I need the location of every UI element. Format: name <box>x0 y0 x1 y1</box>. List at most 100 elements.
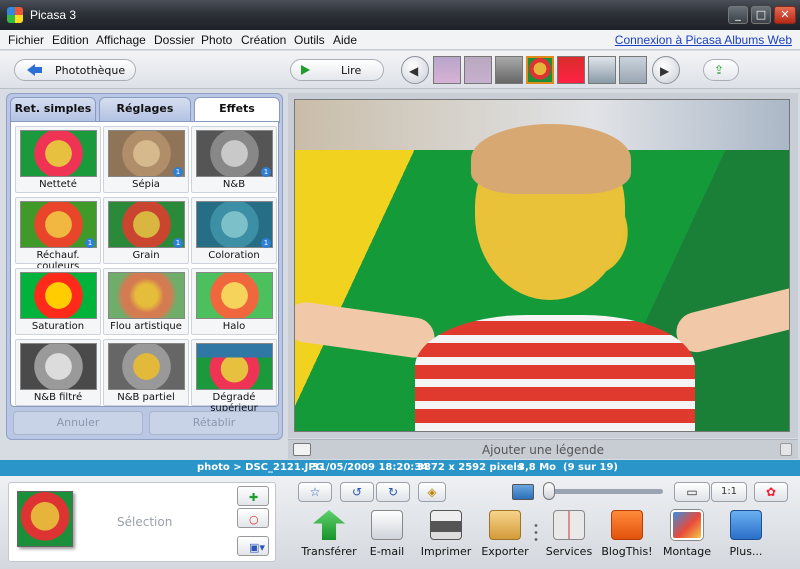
menu-photo[interactable]: Photo <box>201 33 232 47</box>
blogger-icon <box>611 510 643 540</box>
filmstrip-thumbnail-selected[interactable] <box>526 56 554 84</box>
menu-edition[interactable]: Edition <box>52 33 89 47</box>
rotate-left-icon: ↺ <box>351 485 363 499</box>
filmstrip-thumbnail[interactable] <box>495 56 523 84</box>
rotate-right-icon: ↻ <box>387 485 399 499</box>
more-icon <box>730 510 762 540</box>
filmstrip-thumbnail[interactable] <box>588 56 616 84</box>
previous-photo-button[interactable]: ◀ <box>401 56 429 84</box>
photo-datetime: 31/05/2009 18:20:34 <box>312 462 429 473</box>
photo-dimensions: 3872 x 2592 pixels <box>417 462 523 473</box>
folder-icon <box>489 510 521 540</box>
menu-creation[interactable]: Création <box>241 33 286 47</box>
export-button[interactable]: Exporter <box>470 508 540 566</box>
effect-saturation[interactable]: Saturation <box>15 268 101 335</box>
picasa-logo-icon: ✿ <box>765 485 777 499</box>
pin-icon: ✚ <box>249 491 259 504</box>
effect-sepia[interactable]: 1 Sépia <box>103 126 189 193</box>
star-button[interactable]: ☆ <box>298 482 332 502</box>
picasa-web-button[interactable]: ✿ <box>754 482 788 502</box>
menu-aide[interactable]: Aide <box>333 33 357 47</box>
filmstrip-thumbnail[interactable] <box>557 56 585 84</box>
menu-fichier[interactable]: Fichier <box>8 33 44 47</box>
tray-thumbnail[interactable] <box>17 491 73 547</box>
bottom-panel: Sélection ✚ ○ ▣▾ ☆ ↺ ↻ ◈ ▭ 1:1 ✿ Transfé… <box>0 476 800 569</box>
email-icon <box>371 510 403 540</box>
redo-button[interactable]: Rétablir <box>149 411 279 435</box>
photo-path: photo > DSC_2121.JPG <box>197 462 324 473</box>
selection-label: Sélection <box>117 515 173 529</box>
photo-tray: Sélection <box>8 482 276 562</box>
more-button[interactable]: Plus... <box>711 508 781 566</box>
main-photo[interactable] <box>294 99 790 432</box>
caption-bar[interactable]: Ajouter une légende <box>288 439 798 459</box>
menu-dossier[interactable]: Dossier <box>154 33 195 47</box>
picasa-app-icon <box>7 7 23 23</box>
menu-affichage[interactable]: Affichage <box>96 33 146 47</box>
effect-tint[interactable]: 1 Coloration <box>191 197 277 264</box>
menu-outils[interactable]: Outils <box>294 33 325 47</box>
photo-info-bar: photo > DSC_2121.JPG 31/05/2009 18:20:34… <box>0 460 800 476</box>
undo-button[interactable]: Annuler <box>13 411 143 435</box>
actual-size-label: 1:1 <box>720 486 738 497</box>
arrow-right-icon: ▶ <box>660 64 670 78</box>
library-button[interactable]: Photothèque <box>14 59 136 81</box>
minimize-button[interactable]: _ <box>728 6 748 24</box>
add-to-album-button[interactable]: ▣▾ <box>237 536 269 556</box>
tag-button[interactable]: ◈ <box>418 482 446 502</box>
tab-basic-fixes[interactable]: Ret. simples <box>10 97 96 121</box>
collage-icon <box>671 510 703 540</box>
effect-warmify[interactable]: 1 Réchauf. couleurs <box>15 197 101 272</box>
zoom-slider-handle[interactable] <box>543 482 555 500</box>
filmstrip-thumbnail[interactable] <box>433 56 461 84</box>
printer-icon <box>430 510 462 540</box>
title-bar: Picasa 3 _ □ ✕ <box>0 0 800 30</box>
filmstrip-thumbnail[interactable] <box>464 56 492 84</box>
filmstrip-thumbnail[interactable] <box>619 56 647 84</box>
maximize-button[interactable]: □ <box>751 6 771 24</box>
share-icon: ⇪ <box>714 63 725 77</box>
effect-film-grain[interactable]: 1 Grain <box>103 197 189 264</box>
fit-to-window-button[interactable]: ▭ <box>674 482 710 502</box>
photo-position: (9 sur 19) <box>563 462 618 473</box>
close-button[interactable]: ✕ <box>774 6 796 24</box>
effect-black-white[interactable]: 1 N&B <box>191 126 277 193</box>
effects-grid: Netteté 1 Sépia 1 N&B 1 Réchauf. couleur… <box>10 121 279 414</box>
effect-soft-focus[interactable]: Flou artistique <box>103 268 189 335</box>
album-dropdown-icon: ▣▾ <box>249 541 265 554</box>
library-button-label: Photothèque <box>55 64 126 77</box>
clear-tray-button[interactable]: ○ <box>237 508 269 528</box>
upload-icon <box>313 510 345 540</box>
tag-icon: ◈ <box>427 485 437 499</box>
effect-filtered-bw[interactable]: N&B filtré <box>15 339 101 406</box>
effect-glow[interactable]: Halo <box>191 268 277 335</box>
fit-icon: ▭ <box>686 485 698 499</box>
window-title: Picasa 3 <box>30 8 77 22</box>
photo-viewer <box>288 93 798 438</box>
caption-input[interactable]: Ajouter une légende <box>288 443 798 457</box>
rotate-right-button[interactable]: ↻ <box>376 482 410 502</box>
trash-icon[interactable] <box>780 443 792 456</box>
actual-size-button[interactable]: 1:1 <box>711 482 747 502</box>
tab-tuning[interactable]: Réglages <box>99 97 191 121</box>
share-button[interactable]: ⇪ <box>703 59 739 81</box>
rotate-left-button[interactable]: ↺ <box>340 482 374 502</box>
effect-graduated-tint[interactable]: Dégradé supérieur <box>191 339 277 414</box>
arrow-left-icon: ◀ <box>409 64 419 78</box>
circle-icon: ○ <box>249 513 259 526</box>
play-button-label: Lire <box>341 64 362 77</box>
zoom-photo-icon <box>512 484 534 500</box>
effect-focal-bw[interactable]: N&B partiel <box>103 339 189 406</box>
tab-effects[interactable]: Effets <box>194 97 280 123</box>
photo-filesize: 3,8 Mo <box>518 462 557 473</box>
star-icon: ☆ <box>309 485 321 499</box>
zoom-slider-track[interactable] <box>543 489 663 494</box>
picasa-web-albums-link[interactable]: Connexion à Picasa Albums Web <box>615 33 792 47</box>
play-icon <box>301 65 310 75</box>
menu-bar: Fichier Edition Affichage Dossier Photo … <box>0 30 800 50</box>
play-slideshow-button[interactable]: Lire <box>290 59 384 81</box>
effect-sharpen[interactable]: Netteté <box>15 126 101 193</box>
edit-panel: Ret. simples Réglages Effets Netteté 1 S… <box>6 93 283 440</box>
next-photo-button[interactable]: ▶ <box>652 56 680 84</box>
pin-button[interactable]: ✚ <box>237 486 269 506</box>
